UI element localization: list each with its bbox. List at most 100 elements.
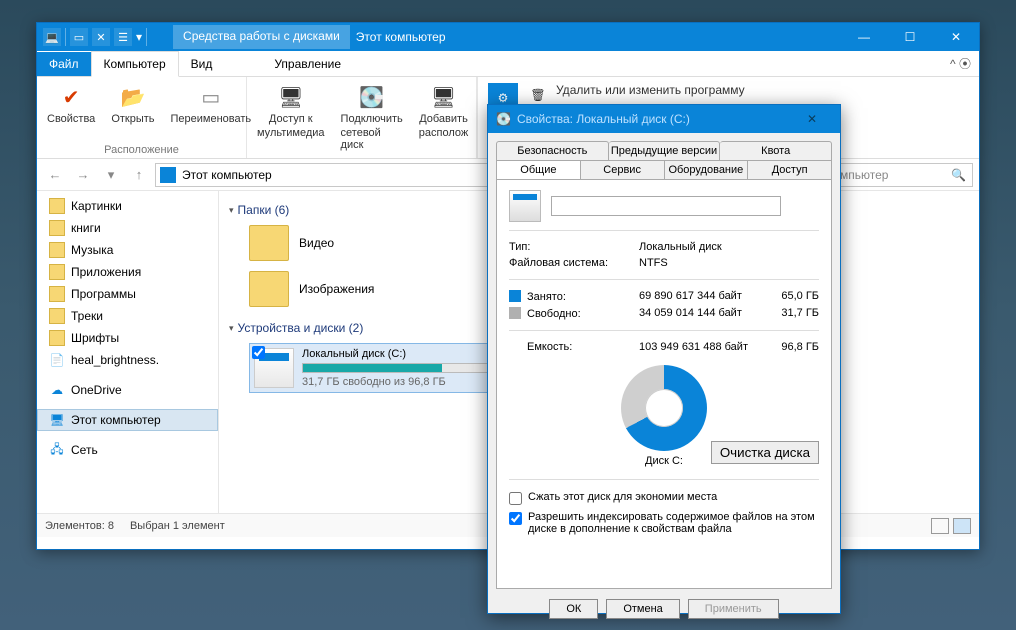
network-icon: 🖧 <box>49 442 65 458</box>
ribbon-open-button[interactable]: 📂 Открыть <box>107 81 158 127</box>
index-checkbox[interactable] <box>509 512 522 525</box>
quick-access-toolbar: 💻 ▭ ✕ ☰ ▾ <box>37 28 153 46</box>
drive-usage-bar <box>302 363 512 373</box>
used-gb: 65,0 ГБ <box>769 290 819 303</box>
sidebar: Картинки книги Музыка Приложения Програм… <box>37 191 219 513</box>
tab-file[interactable]: Файл <box>37 52 91 76</box>
view-details-button[interactable] <box>931 518 949 534</box>
disk-cleanup-button[interactable]: Очистка диска <box>711 441 819 464</box>
ribbon-collapse-button[interactable]: ^ ⦿ <box>942 51 979 76</box>
search-input[interactable]: мпьютер 🔍 <box>833 163 973 187</box>
tab-general[interactable]: Общие <box>496 160 581 179</box>
up-button[interactable]: ↑ <box>127 163 151 187</box>
sidebar-item-books[interactable]: книги <box>37 217 218 239</box>
volume-label-input[interactable] <box>551 196 781 216</box>
ribbon-add-location-button[interactable]: 🖥 Добавить располож <box>415 81 472 141</box>
maximize-button[interactable]: ☐ <box>887 23 933 51</box>
ribbon-rename-button[interactable]: ▭ Переименовать <box>167 81 256 127</box>
capacity-gb: 96,8 ГБ <box>769 341 819 353</box>
sidebar-item-fonts[interactable]: Шрифты <box>37 327 218 349</box>
folder-icon <box>49 220 65 236</box>
back-button[interactable]: ← <box>43 163 67 187</box>
minimize-button[interactable]: — <box>841 23 887 51</box>
sidebar-item-network[interactable]: 🖧Сеть <box>37 439 218 461</box>
cancel-button[interactable]: Отмена <box>606 599 679 619</box>
fs-value: NTFS <box>639 257 668 269</box>
tab-hardware[interactable]: Оборудование <box>665 160 749 179</box>
ribbon-tabs: Файл Компьютер Вид Управление ^ ⦿ <box>37 51 979 77</box>
window-title: Этот компьютер <box>350 30 446 44</box>
general-panel: Тип:Локальный диск Файловая система:NTFS… <box>496 179 832 589</box>
drive-large-icon <box>509 190 541 222</box>
view-tiles-button[interactable] <box>953 518 971 534</box>
qat-item-icon[interactable]: ▭ <box>70 28 88 46</box>
search-icon: 🔍 <box>951 168 966 182</box>
sidebar-item-programs[interactable]: Программы <box>37 283 218 305</box>
tab-quota[interactable]: Квота <box>720 141 832 160</box>
qat-props-icon[interactable]: ☰ <box>114 28 132 46</box>
compress-checkbox-row[interactable]: Сжать этот диск для экономии места <box>509 488 819 508</box>
used-color-icon <box>509 290 521 302</box>
free-color-icon <box>509 307 521 319</box>
history-dropdown[interactable]: ▾ <box>99 163 123 187</box>
folder-icon <box>49 198 65 214</box>
sidebar-item-pictures[interactable]: Картинки <box>37 195 218 217</box>
images-folder-icon <box>249 271 289 307</box>
sidebar-item-thispc[interactable]: 🖥Этот компьютер <box>37 409 218 431</box>
drive-free-text: 31,7 ГБ свободно из 96,8 ГБ <box>302 376 512 388</box>
pc-icon <box>160 167 176 183</box>
video-folder-icon <box>249 225 289 261</box>
dialog-tabs: Безопасность Предыдущие версии Квота Общ… <box>488 133 840 179</box>
status-item-count: Элементов: 8 <box>45 520 114 532</box>
drive-checkbox[interactable] <box>252 346 265 359</box>
capacity-bytes: 103 949 631 488 байт <box>639 341 759 353</box>
apply-button[interactable]: Применить <box>688 599 779 619</box>
compress-checkbox[interactable] <box>509 492 522 505</box>
status-selection: Выбран 1 элемент <box>130 520 225 532</box>
dialog-title: Свойства: Локальный диск (C:) <box>517 112 690 126</box>
sidebar-item-heal-file[interactable]: 📄heal_brightness. <box>37 349 218 371</box>
explorer-titlebar: 💻 ▭ ✕ ☰ ▾ Средства работы с дисками Этот… <box>37 23 979 51</box>
sidebar-item-music[interactable]: Музыка <box>37 239 218 261</box>
ribbon-media-access-button[interactable]: 🖥 Доступ к мультимедиа <box>253 81 329 141</box>
sidebar-item-apps[interactable]: Приложения <box>37 261 218 283</box>
folder-open-icon: 📂 <box>119 83 147 111</box>
ribbon-context-label: Средства работы с дисками <box>173 25 350 49</box>
tab-tools[interactable]: Сервис <box>581 160 665 179</box>
free-bytes: 34 059 014 144 байт <box>639 307 759 320</box>
dialog-button-row: ОК Отмена Применить <box>488 589 840 629</box>
used-bytes: 69 890 617 344 байт <box>639 290 759 303</box>
free-gb: 31,7 ГБ <box>769 307 819 320</box>
network-drive-icon: 💽 <box>358 83 386 111</box>
close-button[interactable]: ✕ <box>933 23 979 51</box>
system-menu-icon[interactable]: 💻 <box>43 28 61 46</box>
address-text: Этот компьютер <box>182 168 272 182</box>
folder-icon <box>49 242 65 258</box>
tab-previous-versions[interactable]: Предыдущие версии <box>609 141 721 160</box>
drive-item-c[interactable]: Локальный диск (C:) 31,7 ГБ свободно из … <box>249 343 517 393</box>
tab-view[interactable]: Вид <box>179 52 225 76</box>
dialog-close-button[interactable]: ✕ <box>792 112 832 126</box>
ribbon-map-drive-button[interactable]: 💽 Подключить сетевой диск <box>337 81 407 153</box>
folder-icon <box>49 330 65 346</box>
add-location-icon: 🖥 <box>430 83 458 111</box>
forward-button[interactable]: → <box>71 163 95 187</box>
tab-manage[interactable]: Управление <box>262 52 353 76</box>
ok-button[interactable]: ОК <box>549 599 598 619</box>
file-icon: 📄 <box>49 352 65 368</box>
disk-usage-chart <box>621 365 707 451</box>
tab-sharing[interactable]: Доступ <box>748 160 832 179</box>
drive-small-icon: 💽 <box>496 112 511 126</box>
qat-close-icon[interactable]: ✕ <box>92 28 110 46</box>
pc-icon: 🖥 <box>49 412 65 428</box>
properties-dialog: 💽 Свойства: Локальный диск (C:) ✕ Безопа… <box>487 104 841 614</box>
cloud-icon: ☁ <box>49 382 65 398</box>
ribbon-properties-button[interactable]: ✔ Свойства <box>43 81 99 127</box>
tab-computer[interactable]: Компьютер <box>91 51 179 77</box>
sidebar-item-tracks[interactable]: Треки <box>37 305 218 327</box>
tab-security[interactable]: Безопасность <box>496 141 609 160</box>
sidebar-item-onedrive[interactable]: ☁OneDrive <box>37 379 218 401</box>
folder-icon <box>49 264 65 280</box>
rename-icon: ▭ <box>197 83 225 111</box>
index-checkbox-row[interactable]: Разрешить индексировать содержимое файло… <box>509 508 819 538</box>
